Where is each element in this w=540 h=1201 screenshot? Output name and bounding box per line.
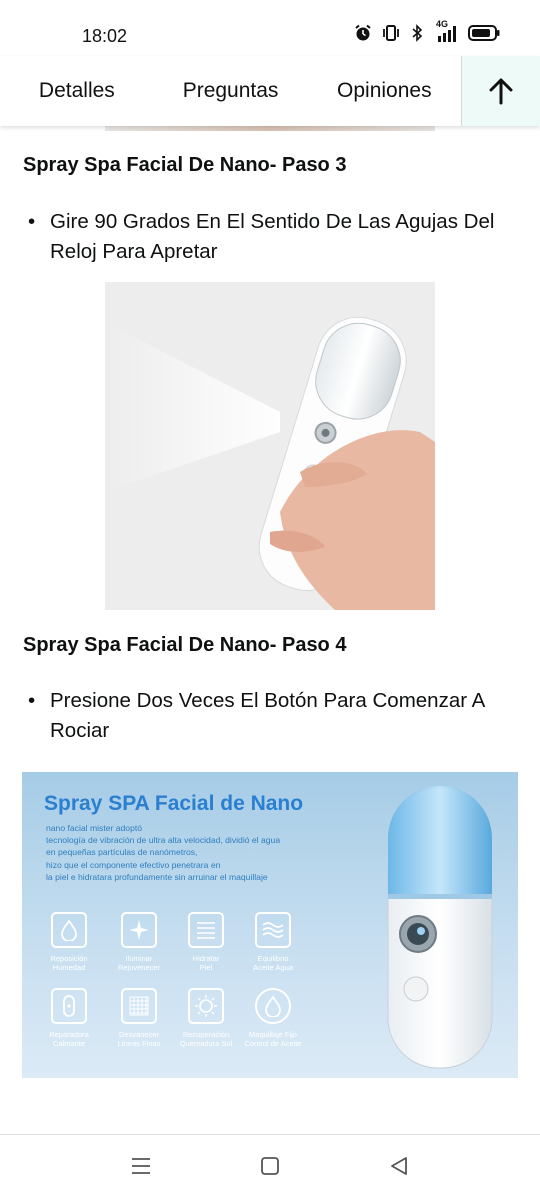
step-4-heading: Spray Spa Facial De Nano- Paso 4 <box>23 634 347 656</box>
signal-icon: 4G <box>434 19 458 42</box>
water-drop-icon <box>51 912 87 948</box>
feature-label: Reparadora <box>49 1030 89 1039</box>
feature-reparadora: Reparadora Calmante <box>34 988 104 1048</box>
feature-equilibrio: Equilibrio Aceite Agua <box>238 912 308 972</box>
banner-description-line: tecnología de vibración de ultra alta ve… <box>46 835 281 846</box>
feature-label: Recuperación <box>182 1030 230 1039</box>
feature-desvanecer: Desvanecer Líneas Finas <box>104 988 174 1048</box>
banner-description-line: nano facial mister adoptó <box>46 823 143 833</box>
back-button-icon[interactable] <box>388 1155 410 1177</box>
tab-preguntas[interactable]: Preguntas <box>154 56 308 126</box>
banner-description-line: la piel e hidratara profundamente sin ar… <box>46 871 268 882</box>
drop-outline-icon <box>255 988 291 1024</box>
battery-icon <box>468 25 500 41</box>
feature-label: Desvanecer <box>118 1030 160 1039</box>
feature-label: Piel <box>199 963 213 972</box>
status-icons: 4G <box>354 19 500 42</box>
feature-label: Aceite Agua <box>252 963 294 972</box>
feature-label: Humedad <box>52 963 86 972</box>
bullet-dot: • <box>28 210 36 233</box>
product-photo-hand <box>105 282 435 610</box>
step-3-heading: Spray Spa Facial De Nano- Paso 3 <box>23 154 347 176</box>
feature-label: Quemadura Sol <box>179 1039 233 1048</box>
step-4-bullet-text: Presione Dos Veces El Botón Para Comenza… <box>50 689 485 742</box>
banner-description: nano facial mister adoptó tecnología de … <box>46 822 376 883</box>
banner-description-line: en pequeñas partículas de nanómetros, <box>46 847 198 858</box>
bluetooth-icon <box>412 24 423 42</box>
feature-recuperacion: Recuperación Quemadura Sol <box>171 988 241 1048</box>
status-bar: 18:02 4G <box>0 0 540 64</box>
bullet-dot: • <box>28 689 36 712</box>
product-feature-banner: Spray SPA Facial de Nano nano facial mis… <box>22 772 518 1078</box>
feature-hidratar: Hidratar Piel <box>171 912 241 972</box>
home-button-icon[interactable] <box>259 1155 281 1177</box>
feature-label: Reposición <box>50 954 88 963</box>
feature-label: Hidratar <box>192 954 220 963</box>
alarm-icon <box>355 24 371 41</box>
feature-label: Iluminar <box>125 954 153 963</box>
bandage-icon <box>51 988 87 1024</box>
feature-iluminar: Iluminar Rejuvenecer <box>104 912 174 972</box>
grid-icon <box>121 988 157 1024</box>
feature-label: Calmante <box>52 1039 86 1048</box>
previous-product-image <box>105 126 435 131</box>
waves-icon <box>255 912 291 948</box>
step-3-bullet: • Gire 90 Grados En El Sentido De Las Ag… <box>28 207 523 267</box>
tab-opiniones[interactable]: Opiniones <box>307 56 461 126</box>
banner-description-line: hizo que el componente efectivo penetrar… <box>46 859 221 870</box>
nano-spray-device-image <box>387 786 493 1069</box>
banner-title: Spray SPA Facial de Nano <box>44 792 304 815</box>
feature-label: Equilibrio <box>257 954 289 963</box>
feature-reposicion: Reposición Humedad <box>34 912 104 972</box>
arrow-up-icon <box>489 78 513 105</box>
step-3-bullet-text: Gire 90 Grados En El Sentido De Las Aguj… <box>50 210 495 263</box>
section-tab-bar: Detalles Preguntas Opiniones <box>0 56 540 126</box>
vibrate-icon <box>383 25 399 41</box>
status-time: 18:02 <box>82 26 128 46</box>
menu-icon[interactable] <box>130 1155 152 1177</box>
tab-detalles[interactable]: Detalles <box>0 56 154 126</box>
feature-label: Control de Aceite <box>244 1039 302 1048</box>
feature-label: Maquillaje Fijo <box>249 1030 297 1039</box>
feature-label: Rejuvenecer <box>117 963 161 972</box>
system-nav-bar <box>0 1134 540 1201</box>
feature-label: Líneas Finas <box>117 1039 161 1048</box>
feature-maquillaje: Maquillaje Fijo Control de Aceite <box>238 988 308 1048</box>
back-to-top-button[interactable] <box>461 56 540 126</box>
step-4-bullet: • Presione Dos Veces El Botón Para Comen… <box>28 686 523 746</box>
sun-icon <box>188 988 224 1024</box>
lines-icon <box>188 912 224 948</box>
sparkle-icon <box>121 912 157 948</box>
